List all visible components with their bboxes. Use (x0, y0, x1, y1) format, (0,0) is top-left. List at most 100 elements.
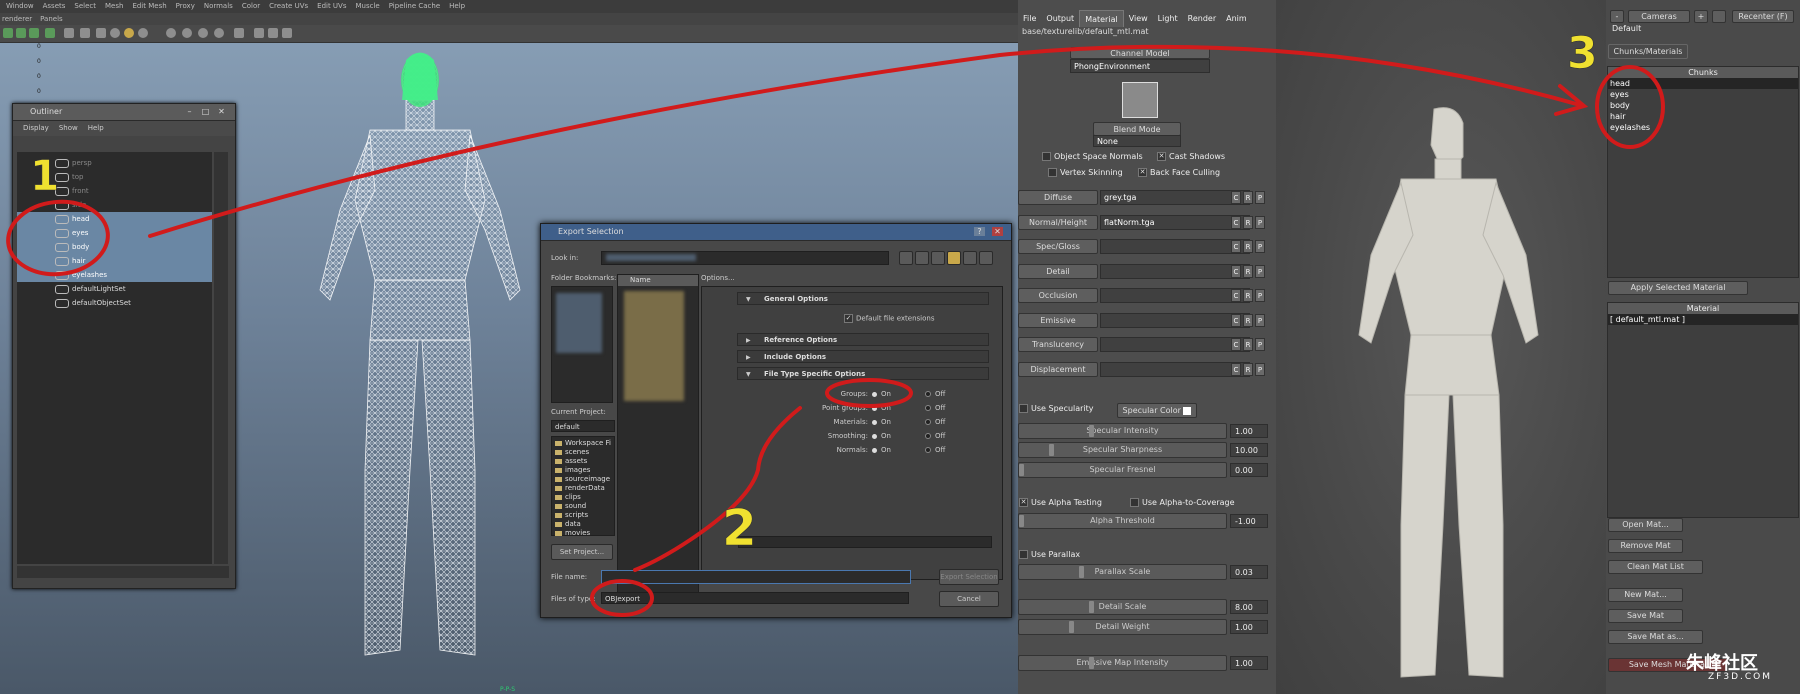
detail-view-icon[interactable] (979, 251, 993, 265)
slider-knob[interactable] (1049, 444, 1054, 456)
chunk-item-hair[interactable]: hair (1608, 111, 1798, 122)
outliner-window[interactable]: Outliner – □ ✕ Display Show Help persp t… (12, 103, 236, 589)
occlusion-map-button[interactable]: Occlusion (1018, 288, 1098, 303)
project-folders-list[interactable]: Workspace Fi scenes assets images source… (551, 436, 615, 537)
maximize-icon[interactable]: □ (200, 107, 211, 116)
slider-knob[interactable] (1019, 464, 1024, 476)
occlusion-map-file[interactable] (1100, 288, 1250, 303)
preview-map-button[interactable]: P (1255, 314, 1265, 327)
toolbar-icon[interactable] (124, 28, 134, 38)
remove-mat-button[interactable]: Remove Mat (1608, 539, 1683, 553)
menu-edit-mesh[interactable]: Edit Mesh (132, 0, 166, 13)
translucency-map-button[interactable]: Translucency (1018, 337, 1098, 352)
radio-off[interactable] (924, 405, 931, 411)
material-item[interactable]: [ default_mtl.mat ] (1608, 314, 1798, 325)
toolbar-icon[interactable] (110, 28, 120, 38)
reference-options-section[interactable]: ▶ Reference Options (737, 333, 989, 346)
reload-map-button[interactable]: R (1243, 338, 1253, 351)
minus-button[interactable]: - (1610, 10, 1624, 23)
toolbar-icon[interactable] (3, 28, 13, 38)
menu-help[interactable]: Help (88, 121, 104, 136)
folder-item[interactable]: Workspace Fi (555, 439, 614, 448)
menu-color[interactable]: Color (242, 0, 260, 13)
folder-item[interactable]: scripts (555, 511, 614, 520)
lock-icon[interactable] (1712, 10, 1726, 23)
vertex-skinning-checkbox[interactable]: Vertex Skinning (1048, 168, 1123, 177)
toolbar-icon[interactable] (234, 28, 244, 38)
tab-light[interactable]: Light (1153, 10, 1183, 27)
preview-map-button[interactable]: P (1255, 363, 1265, 376)
preview-map-button[interactable]: P (1255, 191, 1265, 204)
reload-map-button[interactable]: R (1243, 289, 1253, 302)
parallax-scale-value[interactable]: 0.03 (1230, 565, 1268, 579)
chunks-list[interactable]: Chunks head eyes body hair eyelashes (1607, 66, 1799, 278)
outliner-item-side[interactable]: side (17, 198, 212, 212)
outliner-vertical-scrollbar[interactable] (214, 152, 228, 564)
back-face-culling-checkbox[interactable]: ✕ Back Face Culling (1138, 168, 1220, 177)
minimize-icon[interactable]: – (184, 107, 195, 116)
clear-map-button[interactable]: C (1231, 314, 1241, 327)
export-selection-button[interactable]: Export Selection (939, 569, 999, 585)
outliner-item-body[interactable]: body (17, 240, 212, 254)
toolbar-icon[interactable] (282, 28, 292, 38)
toolbar-icon[interactable] (80, 28, 90, 38)
emissive-map-button[interactable]: Emissive (1018, 313, 1098, 328)
slider-knob[interactable] (1019, 515, 1024, 527)
use-alpha-testing-checkbox[interactable]: ✕ Use Alpha Testing (1019, 498, 1102, 507)
general-options-section[interactable]: ▼ General Options (737, 292, 989, 305)
reload-map-button[interactable]: R (1243, 314, 1253, 327)
preview-map-button[interactable]: P (1255, 265, 1265, 278)
chunk-item-body[interactable]: body (1608, 100, 1798, 111)
folder-item[interactable]: images (555, 466, 614, 475)
folder-item[interactable]: assets (555, 457, 614, 466)
chunk-item-eyelashes[interactable]: eyelashes (1608, 122, 1798, 133)
clear-map-button[interactable]: C (1231, 338, 1241, 351)
close-icon[interactable]: ✕ (216, 107, 227, 116)
use-specularity-checkbox[interactable]: Use Specularity (1019, 404, 1094, 413)
help-icon[interactable]: ? (974, 227, 985, 236)
tab-render[interactable]: Render (1183, 10, 1221, 27)
displacement-map-file[interactable] (1100, 362, 1250, 377)
radio-on[interactable] (872, 391, 877, 397)
new-folder-icon[interactable] (947, 251, 961, 265)
tab-file[interactable]: File (1018, 10, 1041, 27)
toolbar-icon[interactable] (29, 28, 39, 38)
slider-knob[interactable] (1079, 566, 1084, 578)
menu-muscle[interactable]: Muscle (356, 0, 380, 13)
new-mat-button[interactable]: New Mat... (1608, 588, 1683, 602)
specular-sharpness-slider[interactable]: Specular Sharpness (1018, 442, 1227, 458)
menu-pipeline-cache[interactable]: Pipeline Cache (389, 0, 440, 13)
slider-knob[interactable] (1089, 601, 1094, 613)
default-file-extensions-checkbox[interactable]: ✓ Default file extensions (844, 314, 934, 323)
toolbar-icon[interactable] (96, 28, 106, 38)
alpha-threshold-slider[interactable]: Alpha Threshold (1018, 513, 1227, 529)
alpha-threshold-value[interactable]: -1.00 (1230, 514, 1268, 528)
cancel-button[interactable]: Cancel (939, 591, 999, 607)
specular-intensity-slider[interactable]: Specular Intensity (1018, 423, 1227, 439)
material-preview-swatch[interactable] (1122, 82, 1158, 118)
clear-map-button[interactable]: C (1231, 289, 1241, 302)
reload-map-button[interactable]: R (1243, 363, 1253, 376)
radio-off[interactable] (924, 433, 931, 439)
file-name-input[interactable] (601, 570, 911, 584)
outliner-item-head[interactable]: head (17, 212, 212, 226)
apply-selected-material-button[interactable]: Apply Selected Material (1608, 281, 1748, 295)
specular-fresnel-slider[interactable]: Specular Fresnel (1018, 462, 1227, 478)
set-project-button[interactable]: Set Project... (551, 544, 613, 560)
menu-renderer[interactable]: renderer (2, 13, 32, 25)
diffuse-map-button[interactable]: Diffuse (1018, 190, 1098, 205)
menu-show[interactable]: Show (59, 121, 78, 136)
chunk-item-eyes[interactable]: eyes (1608, 89, 1798, 100)
menu-mesh[interactable]: Mesh (105, 0, 123, 13)
tab-material[interactable]: Material (1079, 10, 1124, 27)
close-icon[interactable]: ✕ (992, 227, 1003, 236)
radio-on[interactable] (872, 447, 877, 453)
tab-output[interactable]: Output (1041, 10, 1079, 27)
menu-normals[interactable]: Normals (204, 0, 233, 13)
clear-map-button[interactable]: C (1231, 363, 1241, 376)
options-horizontal-scrollbar[interactable] (738, 536, 992, 548)
clear-map-button[interactable]: C (1231, 240, 1241, 253)
tab-anim[interactable]: Anim (1221, 10, 1252, 27)
folder-item[interactable]: renderData (555, 484, 614, 493)
outliner-horizontal-scrollbar[interactable] (17, 566, 229, 578)
